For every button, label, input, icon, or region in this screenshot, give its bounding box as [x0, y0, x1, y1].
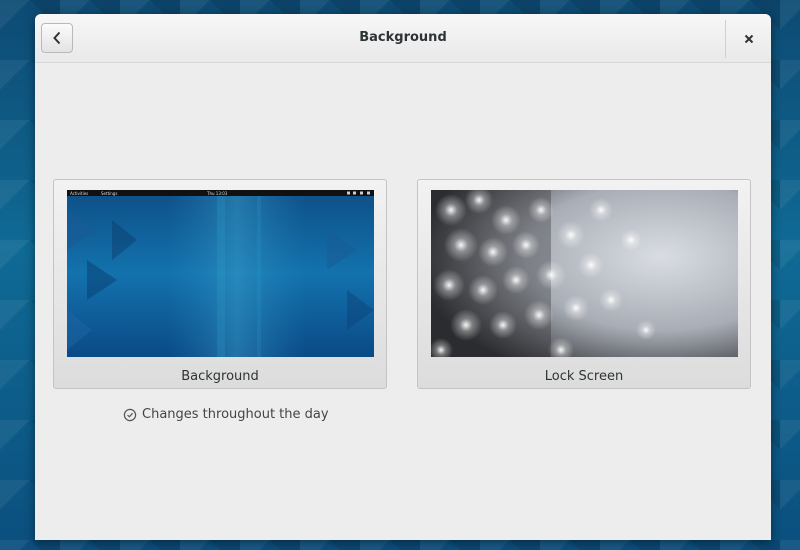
settings-window: Background Activities Settings Thu 13:03… — [35, 14, 771, 540]
close-icon — [744, 34, 754, 44]
mini-activities-label: Activities — [70, 191, 88, 196]
lock-screen-card[interactable]: Lock Screen — [417, 179, 751, 389]
header-bar: Background — [35, 14, 771, 63]
mini-app-label: Settings — [101, 191, 117, 196]
header-separator — [725, 20, 726, 58]
dandelion-wallpaper-image — [431, 190, 738, 357]
clock-icon — [123, 408, 137, 421]
changes-note: Changes throughout the day — [123, 407, 329, 422]
lock-screen-preview — [431, 190, 738, 357]
changes-note-text: Changes throughout the day — [142, 407, 329, 422]
lock-screen-card-label: Lock Screen — [544, 369, 624, 384]
window-title: Background — [359, 30, 447, 45]
background-card-label: Background — [181, 369, 259, 384]
background-card[interactable]: Activities Settings Thu 13:03 Background — [53, 179, 387, 389]
background-wallpaper-image: Activities Settings Thu 13:03 — [67, 190, 374, 357]
mini-clock-label: Thu 13:03 — [206, 191, 228, 196]
close-button[interactable] — [735, 28, 763, 50]
background-preview: Activities Settings Thu 13:03 — [67, 190, 374, 357]
